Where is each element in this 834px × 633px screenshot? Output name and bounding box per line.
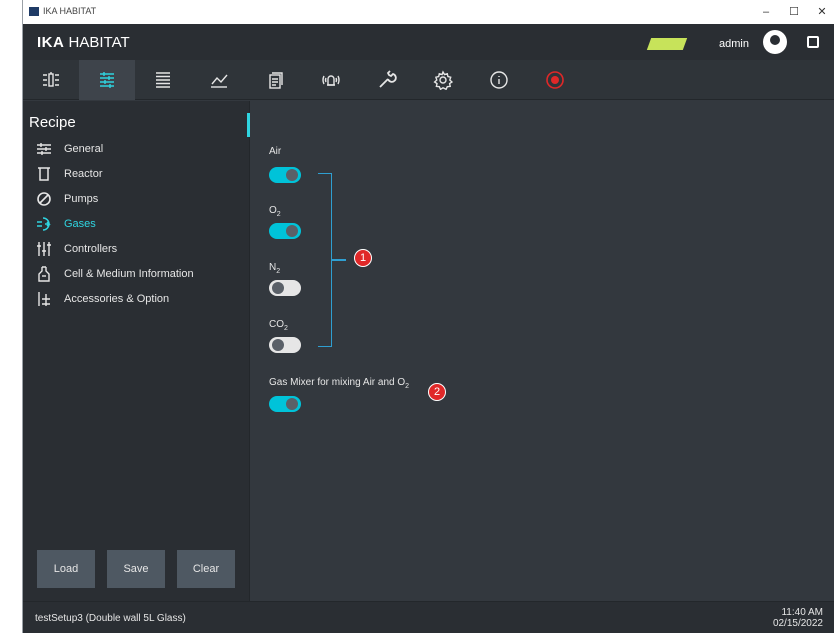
sidebar-item-label: Controllers <box>64 243 118 255</box>
brand-title: IKA HABITAT <box>37 34 130 51</box>
sidebar-item-label: Gases <box>64 218 96 230</box>
sidebar-item-controllers[interactable]: Controllers <box>35 238 117 260</box>
recipe-sidebar: Recipe General Reactor Pumps Gases Contr… <box>23 101 249 601</box>
tab-chart[interactable] <box>191 60 247 100</box>
tab-alarms[interactable] <box>303 60 359 100</box>
toggle-knob <box>286 225 298 237</box>
toggle-knob <box>272 339 284 351</box>
tab-documents[interactable] <box>247 60 303 100</box>
co2-toggle[interactable] <box>269 337 301 353</box>
tab-list[interactable] <box>135 60 191 100</box>
co2-label-text: CO <box>269 319 284 330</box>
recipe-sliders-icon <box>100 72 114 88</box>
window-titlebar: IKA HABITAT – ☐ ✕ <box>23 0 834 24</box>
gas-mixer-label: Gas Mixer for mixing Air and O2 <box>269 377 409 390</box>
sidebar-item-label: Reactor <box>64 168 103 180</box>
sidebar-item-label: Pumps <box>64 193 99 205</box>
gas-group-bracket <box>318 173 332 347</box>
accessories-icon <box>35 290 53 308</box>
tab-info[interactable] <box>471 60 527 100</box>
tab-overview[interactable] <box>23 60 79 100</box>
status-bar: testSetup3 (Double wall 5L Glass) 11:40 … <box>23 601 834 633</box>
minimize-button[interactable]: – <box>755 3 777 21</box>
clear-button[interactable]: Clear <box>177 550 235 588</box>
gear-icon <box>433 70 453 90</box>
o2-toggle[interactable] <box>269 223 301 239</box>
sidebar-item-gases[interactable]: Gases <box>35 213 96 235</box>
sidebar-item-general[interactable]: General <box>35 138 103 160</box>
sidebar-item-label: Cell & Medium Information <box>64 268 194 280</box>
record-icon <box>546 71 564 89</box>
controllers-icon <box>35 240 53 258</box>
tab-settings[interactable] <box>415 60 471 100</box>
air-toggle[interactable] <box>269 167 301 183</box>
callout-marker-2: 2 <box>428 383 446 401</box>
o2-label: O2 <box>269 205 281 218</box>
gas-icon <box>35 215 53 233</box>
sidebar-item-cell-medium[interactable]: Cell & Medium Information <box>35 263 194 285</box>
sidebar-item-label: General <box>64 143 104 155</box>
user-avatar-icon[interactable] <box>763 30 787 54</box>
flask-icon <box>35 265 53 283</box>
gas-group-bracket-tick <box>332 259 346 261</box>
sidebar-item-accessories[interactable]: Accessories & Option <box>35 288 169 310</box>
sidebar-title: Recipe <box>29 114 76 131</box>
o2-label-text: O <box>269 205 277 216</box>
list-icon <box>156 72 170 88</box>
clock: 11:40 AM 02/15/2022 <box>773 607 823 629</box>
close-button[interactable]: ✕ <box>811 3 833 21</box>
tab-recipe[interactable] <box>79 60 135 100</box>
toggle-knob <box>272 282 284 294</box>
gas-mixer-toggle[interactable] <box>269 396 301 412</box>
sidebar-item-pumps[interactable]: Pumps <box>35 188 98 210</box>
left-margin <box>0 0 22 633</box>
wrench-icon <box>379 70 397 88</box>
window-title: IKA HABITAT <box>43 6 97 16</box>
toggle-knob <box>286 398 298 410</box>
co2-label-sub: 2 <box>284 325 288 332</box>
gases-panel: Air O2 N2 CO2 1 Gas Mixer for mixing Air… <box>250 101 834 601</box>
overview-icon <box>43 72 59 87</box>
alarm-icon <box>322 75 340 86</box>
app-header: IKA HABITAT admin <box>23 24 834 60</box>
tab-tools[interactable] <box>359 60 415 100</box>
maximize-button[interactable]: ☐ <box>783 3 805 21</box>
gas-mixer-label-sub: 2 <box>405 383 410 390</box>
clock-time: 11:40 AM <box>781 607 823 618</box>
save-button[interactable]: Save <box>107 550 165 588</box>
app-window: IKA HABITAT – ☐ ✕ IKA HABITAT admin Reci… <box>22 0 834 633</box>
user-name[interactable]: admin <box>719 38 749 50</box>
status-indicator <box>646 38 688 50</box>
sidebar-item-reactor[interactable]: Reactor <box>35 163 103 185</box>
load-button[interactable]: Load <box>37 550 95 588</box>
chart-icon <box>211 74 228 88</box>
sliders-icon <box>35 140 53 158</box>
brand-rest: HABITAT <box>64 34 130 51</box>
gas-mixer-label-text: Gas Mixer for mixing Air and O <box>269 377 406 388</box>
clock-date: 02/15/2022 <box>772 618 823 629</box>
tab-record[interactable] <box>527 60 583 100</box>
n2-toggle[interactable] <box>269 280 301 296</box>
co2-label: CO2 <box>269 319 288 332</box>
toggle-knob <box>286 169 298 181</box>
main-toolbar <box>23 60 834 100</box>
n2-label-sub: 2 <box>276 268 281 275</box>
pump-icon <box>35 190 53 208</box>
save-icon[interactable] <box>807 36 819 48</box>
reactor-icon <box>35 165 53 183</box>
info-icon <box>490 71 508 89</box>
app-logo-icon <box>29 7 39 16</box>
o2-label-sub: 2 <box>276 211 281 218</box>
documents-icon <box>269 72 283 89</box>
brand-bold: IKA <box>37 34 65 51</box>
sidebar-item-label: Accessories & Option <box>64 293 170 305</box>
n2-label: N2 <box>269 262 280 275</box>
callout-marker-1: 1 <box>354 249 372 267</box>
air-label: Air <box>269 146 282 157</box>
setup-name: testSetup3 (Double wall 5L Glass) <box>35 613 186 624</box>
